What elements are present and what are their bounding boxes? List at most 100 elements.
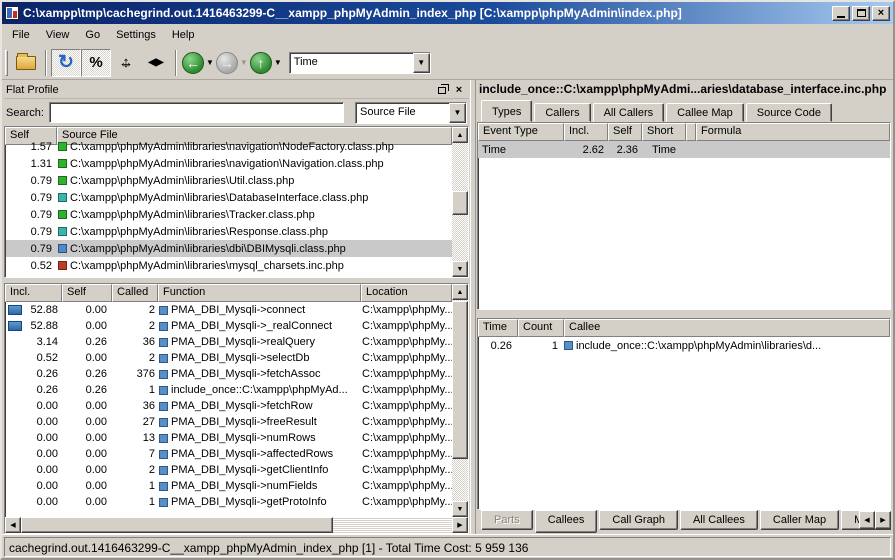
table-row[interactable]: 0.520.002PMA_DBI_Mysqli->selectDbC:\xamp… — [6, 350, 452, 366]
close-button[interactable]: × — [872, 6, 890, 21]
table-row[interactable]: 0.000.0036PMA_DBI_Mysqli->fetchRowC:\xam… — [6, 398, 452, 414]
column-header-function[interactable]: Function — [158, 284, 361, 302]
tab-scroll-left-button[interactable]: ◀ — [859, 511, 875, 529]
column-header-self[interactable]: Self — [608, 123, 642, 141]
column-header-event-type[interactable]: Event Type — [478, 123, 564, 141]
up-button[interactable]: ↑ — [250, 52, 272, 74]
close-panel-button[interactable]: × — [452, 83, 466, 96]
back-dropdown-caret[interactable]: ▼ — [206, 58, 214, 67]
tab-source-code[interactable]: Source Code — [746, 103, 832, 122]
back-button[interactable]: ← — [182, 52, 204, 74]
horizontal-splitter[interactable] — [477, 310, 891, 318]
table-row[interactable]: 0.52C:\xampp\phpMyAdmin\libraries\user_p… — [6, 274, 452, 277]
relative-percent-button[interactable]: % — [81, 49, 111, 77]
function-name: PMA_DBI_Mysqli->numFields — [171, 480, 317, 492]
column-header-formula[interactable]: Formula — [696, 123, 890, 141]
menu-view[interactable]: View — [38, 26, 78, 44]
table-row[interactable]: 0.000.0013PMA_DBI_Mysqli->numRowsC:\xamp… — [6, 430, 452, 446]
minimize-button[interactable] — [832, 6, 850, 21]
column-header-self[interactable]: Self — [62, 284, 112, 302]
forward-button[interactable]: → — [216, 52, 238, 74]
dropdown-button[interactable]: ▼ — [413, 53, 430, 73]
table-row[interactable]: 0.000.001PMA_DBI_Mysqli->getProtoInfoC:\… — [6, 494, 452, 510]
scroll-down-button[interactable]: ▼ — [452, 261, 468, 277]
scrollbar-thumb[interactable] — [452, 191, 468, 215]
float-panel-button[interactable] — [435, 83, 449, 96]
event-type-selector[interactable]: Time ▼ — [289, 52, 431, 74]
shorten-templates-button[interactable]: ◀▶ — [141, 49, 171, 77]
column-header-incl[interactable]: Incl. — [564, 123, 608, 141]
scroll-left-button[interactable]: ◀ — [5, 517, 21, 533]
table-row[interactable]: 0.000.007PMA_DBI_Mysqli->affectedRowsC:\… — [6, 446, 452, 462]
tab-parts[interactable]: Parts — [481, 510, 533, 530]
table-row[interactable]: 0.52C:\xampp\phpMyAdmin\libraries\mysql_… — [6, 257, 452, 274]
column-header-location[interactable]: Location — [361, 284, 452, 302]
tab-all-callers[interactable]: All Callers — [593, 103, 665, 122]
horizontal-scrollbar[interactable]: ◀ — [5, 517, 452, 533]
table-row[interactable]: 52.880.002PMA_DBI_Mysqli->_realConnectC:… — [6, 318, 452, 334]
table-row[interactable]: 0.79C:\xampp\phpMyAdmin\libraries\Respon… — [6, 223, 452, 240]
up-dropdown-caret[interactable]: ▼ — [274, 58, 282, 67]
column-header-time[interactable]: Time — [478, 319, 518, 337]
menu-settings[interactable]: Settings — [108, 26, 164, 44]
dropdown-button[interactable]: ▼ — [449, 103, 466, 123]
column-header-callee[interactable]: Callee — [564, 319, 890, 337]
menu-file[interactable]: File — [4, 26, 38, 44]
table-row[interactable]: 1.57C:\xampp\phpMyAdmin\libraries\naviga… — [6, 138, 452, 155]
column-header-incl[interactable]: Incl. — [5, 284, 62, 302]
table-row[interactable]: 0.000.001PMA_DBI_Mysqli->numFieldsC:\xam… — [6, 478, 452, 494]
column-header-called[interactable]: Called — [112, 284, 158, 302]
tab-call-graph[interactable]: Call Graph — [599, 510, 678, 530]
table-row[interactable]: Time 2.62 2.36 Time — [478, 141, 890, 158]
table-row[interactable]: 0.000.0027PMA_DBI_Mysqli->freeResultC:\x… — [6, 414, 452, 430]
table-row[interactable]: 0.79C:\xampp\phpMyAdmin\libraries\Tracke… — [6, 206, 452, 223]
tab-types[interactable]: Types — [481, 100, 532, 122]
forward-dropdown-caret[interactable]: ▼ — [240, 58, 248, 67]
toolbar-separator — [45, 50, 47, 76]
function-icon — [159, 386, 168, 395]
title-bar[interactable]: C:\xampp\tmp\cachegrind.out.1416463299-C… — [2, 2, 893, 24]
tab-callers[interactable]: Callers — [534, 103, 590, 122]
menu-go[interactable]: Go — [77, 26, 108, 44]
scroll-down-button[interactable]: ▼ — [452, 501, 468, 517]
scroll-up-button[interactable]: ▲ — [452, 127, 468, 143]
tab-callee-map[interactable]: Callee Map — [666, 103, 744, 122]
table-row[interactable]: 0.79C:\xampp\phpMyAdmin\libraries\Databa… — [6, 189, 452, 206]
incl-cell: 0.26 — [6, 368, 63, 380]
table-row[interactable]: 0.260.261include_once::C:\xampp\phpMyAd.… — [6, 382, 452, 398]
tab-caller-map[interactable]: Caller Map — [760, 510, 839, 530]
function-cell: PMA_DBI_Mysqli->selectDb — [159, 352, 362, 364]
table-row[interactable]: 0.260.26376PMA_DBI_Mysqli->fetchAssocC:\… — [6, 366, 452, 382]
column-header-short[interactable]: Short — [642, 123, 686, 141]
menu-help[interactable]: Help — [164, 26, 203, 44]
table-row[interactable]: 0.79C:\xampp\phpMyAdmin\libraries\dbi\DB… — [6, 240, 452, 257]
maximize-button[interactable] — [852, 6, 870, 21]
group-by-selector[interactable]: Source File ▼ — [355, 102, 467, 124]
tab-all-callees[interactable]: All Callees — [680, 510, 758, 530]
cycle-detection-button[interactable]: ↻ — [51, 49, 81, 77]
function-cell: PMA_DBI_Mysqli->affectedRows — [159, 448, 362, 460]
relative-to-parent-button[interactable]: ↔↕ — [111, 49, 141, 77]
scroll-right-button[interactable]: ▶ — [452, 517, 468, 533]
self-value: 0.79 — [6, 209, 56, 221]
table-row[interactable]: 0.79C:\xampp\phpMyAdmin\libraries\Util.c… — [6, 172, 452, 189]
location-value: C:\xampp\phpMy... — [362, 464, 452, 476]
function-name: include_once::C:\xampp\phpMyAd... — [171, 384, 348, 396]
table-row[interactable]: 3.140.2636PMA_DBI_Mysqli->realQueryC:\xa… — [6, 334, 452, 350]
tab-callees[interactable]: Callees — [535, 510, 598, 533]
table-row[interactable]: 52.880.002PMA_DBI_Mysqli->connectC:\xamp… — [6, 302, 452, 318]
scrollbar-thumb[interactable] — [21, 517, 333, 533]
tab-scroll-right-button[interactable]: ▶ — [875, 511, 891, 529]
incl-cell: 52.88 — [6, 320, 63, 332]
open-file-button[interactable] — [11, 49, 41, 77]
column-header-count[interactable]: Count — [518, 319, 564, 337]
table-row[interactable]: 0.000.002PMA_DBI_Mysqli->getClientInfoC:… — [6, 462, 452, 478]
vertical-scrollbar[interactable]: ▲ ▼ — [452, 284, 468, 517]
scrollbar-thumb[interactable] — [452, 301, 468, 459]
table-row[interactable]: 0.26 1 include_once::C:\xampp\phpMyAdmin… — [478, 337, 890, 354]
scroll-up-button[interactable]: ▲ — [452, 284, 468, 300]
vertical-scrollbar[interactable]: ▲ ▼ — [452, 127, 468, 277]
search-input[interactable] — [50, 103, 343, 122]
table-row[interactable]: 1.31C:\xampp\phpMyAdmin\libraries\naviga… — [6, 155, 452, 172]
toolbar-handle[interactable] — [5, 50, 8, 76]
